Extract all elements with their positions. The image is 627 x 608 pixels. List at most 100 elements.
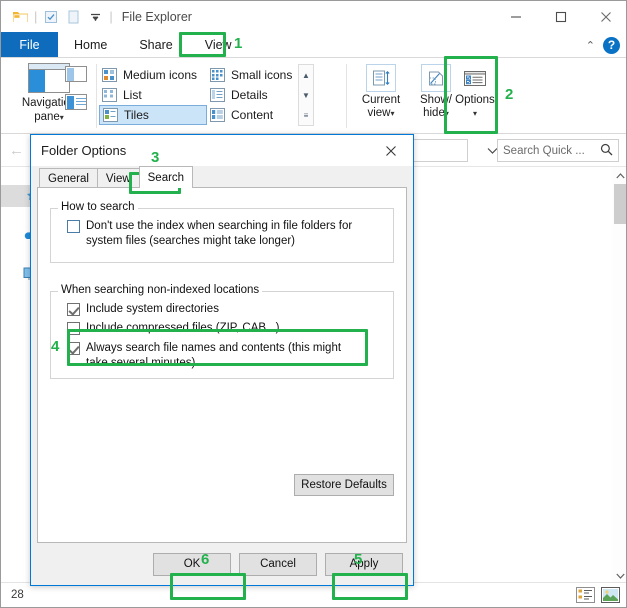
scroll-up-arrow-icon[interactable] (612, 167, 626, 184)
ribbon-right-controls: ⌃ ? (586, 32, 624, 58)
group-how-to-search: How to search Don't use the index when s… (50, 201, 394, 263)
step-number-4: 4 (51, 338, 60, 355)
back-icon[interactable]: ← (9, 142, 24, 159)
always-search-contents-checkbox[interactable] (67, 342, 80, 355)
current-view-label: Current view▾ (362, 94, 400, 120)
layout-label: List (123, 88, 142, 102)
large-icons-view-icon[interactable] (601, 587, 620, 603)
dialog-page-search: How to search Don't use the index when s… (37, 187, 407, 543)
content-scrollbar[interactable] (612, 167, 626, 584)
search-input[interactable]: Search Quick ... (503, 145, 600, 157)
folder-options-dialog: Folder Options General View Search How t… (30, 134, 414, 586)
current-view-icon (366, 64, 396, 92)
maximize-button[interactable] (538, 1, 583, 32)
step-number-1: 1 (234, 35, 243, 52)
dialog-close-button[interactable] (369, 135, 413, 166)
include-system-directories-checkbox[interactable] (67, 303, 80, 316)
tab-search[interactable]: Search (138, 166, 194, 188)
window-title: File Explorer (121, 9, 192, 24)
ribbon-group-options: Options ▾ (444, 58, 506, 134)
group-non-indexed-locations: When searching non-indexed locations Inc… (50, 284, 394, 379)
collapse-ribbon-icon[interactable]: ⌃ (586, 39, 595, 52)
tab-share[interactable]: Share (123, 32, 188, 57)
group-non-indexed-title: When searching non-indexed locations (58, 284, 263, 296)
include-system-directories-row[interactable]: Include system directories (67, 302, 383, 317)
options-button[interactable]: Options ▾ (444, 64, 506, 120)
minimize-button[interactable] (493, 1, 538, 32)
cancel-button[interactable]: Cancel (239, 552, 317, 576)
layout-label: Medium icons (123, 68, 198, 82)
always-search-contents-row[interactable]: Always search file names and contents (t… (67, 341, 363, 371)
navigation-pane-icon (28, 63, 70, 93)
tab-general[interactable]: General (39, 168, 98, 188)
status-view-buttons (576, 587, 620, 603)
gallery-expand-icon[interactable]: ≡ (304, 111, 309, 119)
cmd-line1: Current (361, 94, 401, 106)
cmd-line2: hide (423, 107, 445, 119)
ribbon-tab-strip: File Home Share View ⌃ ? (1, 32, 626, 58)
ribbon-separator-2 (346, 64, 347, 128)
options-caret-icon[interactable]: ▾ (473, 109, 477, 118)
current-view-caret-icon[interactable]: ▾ (390, 109, 394, 118)
gallery-scroll-up-icon[interactable]: ▲ (302, 71, 310, 79)
layout-item-list[interactable]: List (99, 85, 207, 105)
details-pane-icon[interactable] (65, 94, 87, 110)
gallery-scroll-down-icon[interactable]: ▼ (302, 91, 310, 99)
file-explorer-window: | | File Explorer File Home Share View ⌃… (0, 0, 627, 608)
navpane-caret-icon[interactable]: ▾ (60, 113, 64, 122)
options-icon (460, 64, 490, 92)
layout-item-medium-icons[interactable]: Medium icons (99, 65, 207, 85)
customize-qat-icon[interactable] (84, 6, 106, 28)
search-icon[interactable] (600, 143, 613, 159)
tab-home[interactable]: Home (58, 32, 123, 57)
close-button[interactable] (583, 1, 626, 32)
tab-file[interactable]: File (1, 32, 58, 57)
ribbon-group-current-view: Current view▾ (354, 58, 408, 134)
layout-gallery-scroll[interactable]: ▲ ▼ ≡ (298, 64, 314, 126)
content-view-icon (210, 108, 225, 122)
help-icon[interactable]: ? (603, 36, 620, 54)
layout-item-tiles[interactable]: Tiles (99, 105, 207, 125)
scrollbar-thumb[interactable] (614, 184, 626, 224)
search-box[interactable]: Search Quick ... (497, 139, 619, 162)
ok-button[interactable]: OK (153, 552, 231, 576)
step-number-3: 3 (151, 149, 160, 166)
folder-icon[interactable] (9, 6, 31, 28)
dialog-title-bar: Folder Options (31, 135, 413, 166)
include-compressed-files-checkbox[interactable] (67, 322, 80, 335)
details-view-icon (210, 88, 225, 102)
step-number-2: 2 (505, 86, 514, 103)
list-view-icon (102, 88, 117, 102)
details-view-icon[interactable] (576, 587, 595, 603)
navpane-label-line2: pane (34, 111, 60, 123)
dont-use-index-label: Don't use the index when searching in fi… (86, 220, 353, 247)
tiles-view-icon (103, 108, 118, 122)
layout-option-list: Medium icons Small icons List Details Ti… (99, 65, 314, 125)
include-compressed-files-row[interactable]: Include compressed files (ZIP, CAB...) (67, 321, 383, 336)
qat-separator-2: | (109, 9, 113, 24)
restore-defaults-button[interactable]: Restore Defaults (294, 474, 394, 496)
title-bar: | | File Explorer (1, 1, 626, 32)
tab-view[interactable]: View (96, 168, 140, 188)
dont-use-index-checkbox-row[interactable]: Don't use the index when searching in fi… (67, 219, 383, 249)
apply-button[interactable]: Apply (325, 552, 403, 576)
dialog-tab-strip: General View Search (31, 166, 413, 188)
preview-pane-icon[interactable] (65, 66, 87, 82)
layout-label: Content (231, 108, 274, 122)
ribbon-separator-1 (96, 64, 97, 128)
cmd-line2: view (367, 107, 391, 119)
properties-icon[interactable] (40, 6, 62, 28)
new-folder-icon[interactable] (62, 6, 84, 28)
include-system-directories-label: Include system directories (86, 303, 219, 315)
layout-label: Details (231, 88, 268, 102)
layout-label: Small icons (231, 68, 293, 82)
window-controls (493, 1, 626, 32)
current-view-button[interactable]: Current view▾ (354, 64, 408, 120)
medium-icons-icon (102, 68, 117, 82)
item-count-label: 28 (11, 589, 24, 601)
step-number-6: 6 (201, 551, 210, 568)
qat-separator-1: | (34, 9, 38, 24)
dont-use-index-checkbox[interactable] (67, 220, 80, 233)
cmd-line1: Options (455, 94, 495, 106)
group-how-to-search-title: How to search (58, 201, 138, 213)
